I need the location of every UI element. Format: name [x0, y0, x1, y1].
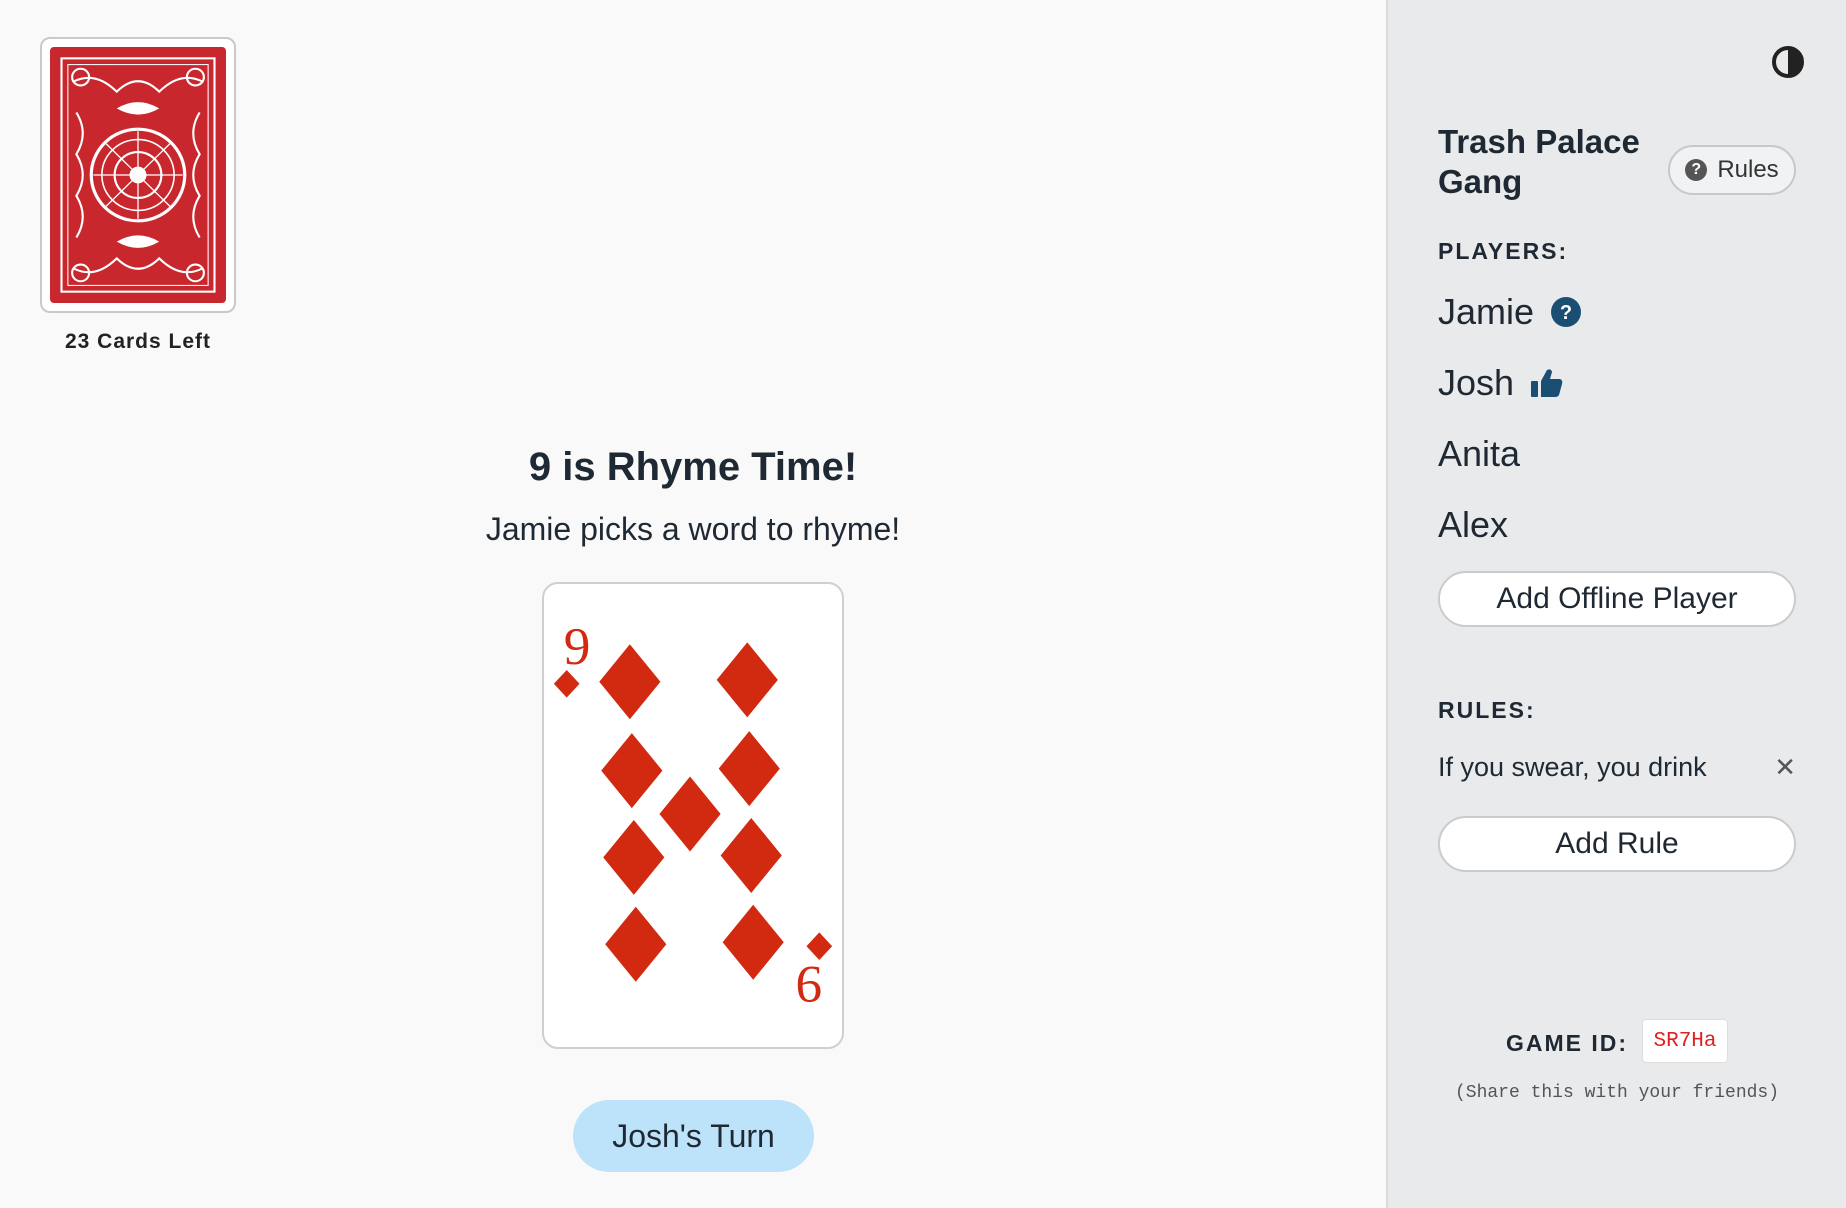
contrast-icon[interactable] [1771, 45, 1805, 79]
suit-pip [720, 817, 782, 893]
add-rule-button[interactable]: Add Rule [1438, 816, 1796, 872]
card-rank-bottom: 9 [796, 955, 823, 1014]
rules-help-button[interactable]: ? Rules [1668, 145, 1796, 195]
suit-pip [716, 642, 778, 718]
game-id-label: GAME ID: [1506, 1030, 1629, 1056]
question-icon: ? [1685, 159, 1708, 181]
players-heading: PLAYERS: [1438, 238, 1569, 264]
suit-pip [601, 733, 663, 809]
player-item: Anita [1438, 418, 1582, 489]
player-name: Josh [1438, 361, 1515, 403]
rules-button-label: Rules [1717, 156, 1779, 183]
question-icon: ? [1550, 296, 1582, 328]
share-note: (Share this with your friends) [1454, 1083, 1780, 1103]
card-rank-top: 9 [564, 617, 591, 676]
card-rule-title: 9 is Rhyme Time! [528, 445, 858, 489]
card-back-pattern [53, 50, 223, 300]
player-list: Jamie ? Josh Anita Alex [1438, 276, 1582, 560]
cards-left-count: 23 Cards Left [64, 330, 212, 353]
next-turn-button[interactable]: Josh's Turn [573, 1100, 814, 1172]
game-id-code[interactable]: SR7Ha [1642, 1019, 1728, 1063]
player-name: Anita [1438, 432, 1521, 474]
player-item: Jamie ? [1438, 276, 1582, 347]
suit-pip [718, 731, 780, 807]
player-name: Jamie [1438, 290, 1535, 332]
player-item: Josh [1438, 347, 1582, 418]
group-name: Trash Palace Gang [1438, 123, 1640, 200]
add-offline-player-button[interactable]: Add Offline Player [1438, 571, 1796, 627]
suit-pip [605, 906, 667, 982]
suit-pip [603, 819, 665, 895]
suit-pip [722, 904, 784, 980]
suit-pip [599, 644, 661, 720]
rules-heading: RULES: [1438, 697, 1536, 723]
rule-text: If you swear, you drink [1438, 751, 1707, 782]
player-name: Alex [1438, 503, 1509, 545]
nine-of-diamonds: 9 9 [553, 617, 833, 1014]
card-back [50, 47, 226, 303]
svg-text:?: ? [1560, 302, 1572, 324]
game-board: 23 Cards Left 9 is Rhyme Time! Jamie pic… [0, 0, 1386, 1208]
card-rule-description: Jamie picks a word to rhyme! [485, 511, 901, 547]
rule-item: If you swear, you drink ✕ [1438, 745, 1796, 789]
thumbs-up-icon [1530, 367, 1564, 399]
suit-pip [659, 776, 721, 852]
current-card: 9 9 [542, 582, 844, 1049]
draw-deck[interactable] [40, 37, 236, 313]
player-item: Alex [1438, 489, 1582, 560]
remove-rule-close-icon[interactable]: ✕ [1774, 752, 1796, 783]
